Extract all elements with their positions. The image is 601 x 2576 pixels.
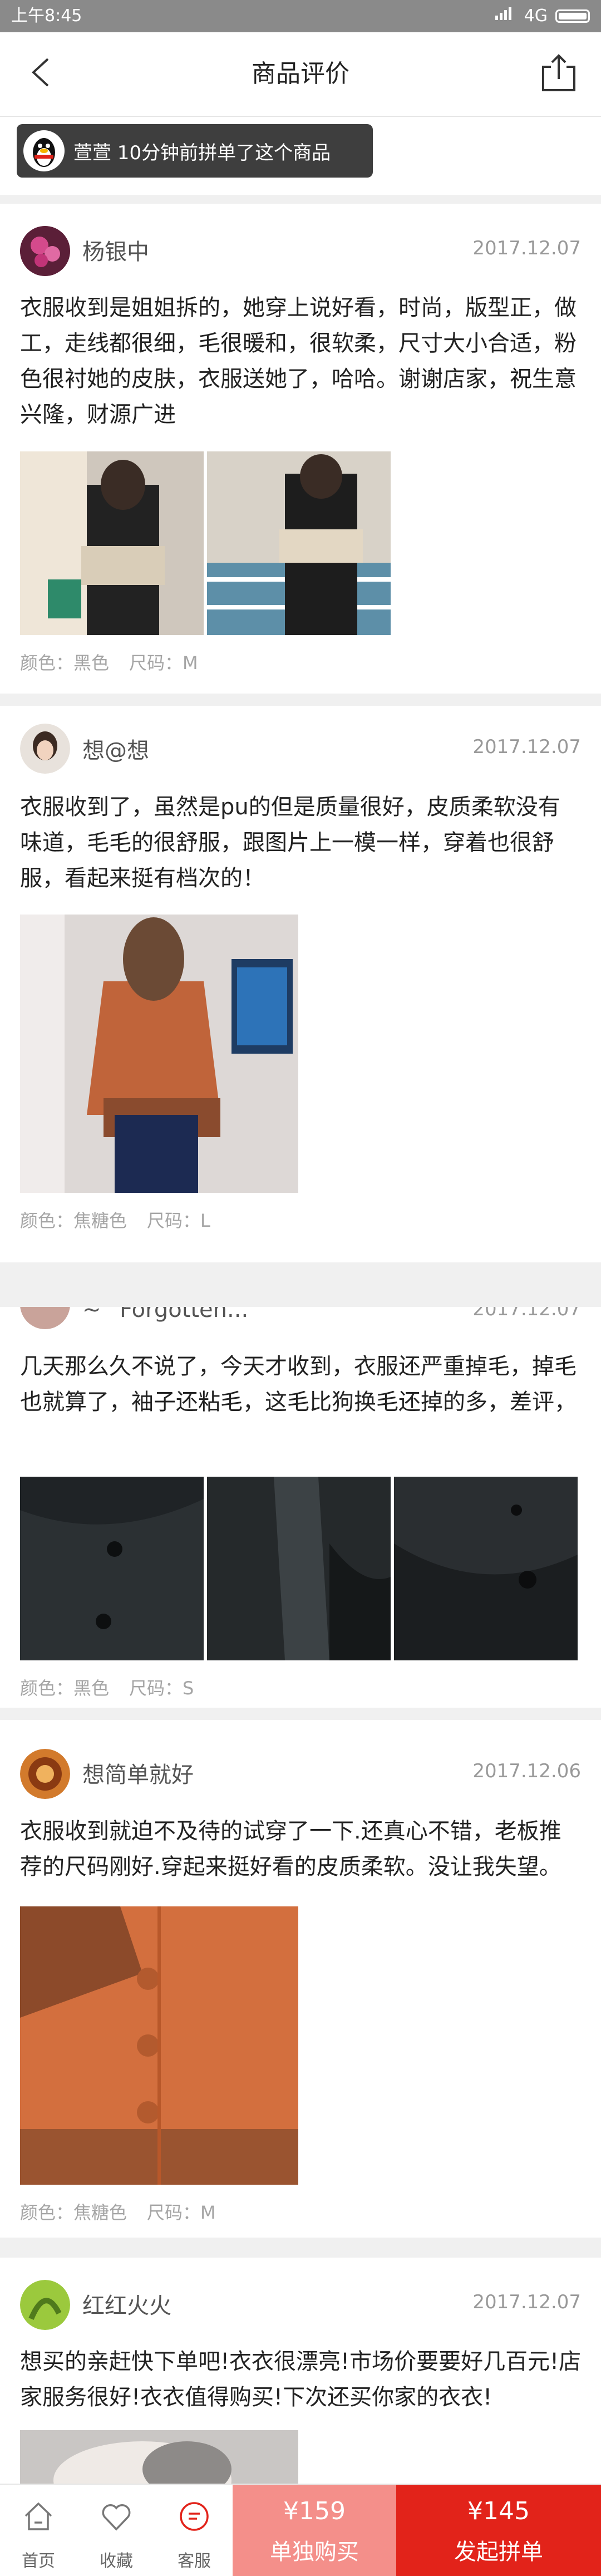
home-tab[interactable]: 首页 [0,2485,77,2576]
divider [0,1708,601,1720]
status-bar: 上午8:45 4G [0,0,601,32]
review-date: 2017.12.07 [472,736,581,758]
divider [0,2238,601,2258]
signal-icon [494,0,516,32]
buy-alone-button[interactable]: ¥159 单独购买 [233,2485,396,2576]
review-text: 衣服收到了，虽然是pu的但是质量很好，皮质柔软没有味道，毛毛的很舒服，跟图片上一… [20,794,560,891]
group-label: 发起拼单 [454,2539,543,2565]
review-photo[interactable] [207,1477,391,1660]
review-date: 2017.12.06 [472,1760,581,1782]
review-photo[interactable] [394,1477,578,1660]
review-spec: 颜色：焦糖色 尺码：L [20,1207,230,1232]
service-tab[interactable]: 客服 [156,2485,233,2576]
header: 商品评价 [0,32,601,117]
divider [0,195,601,204]
home-label: 首页 [22,2552,55,2571]
review-card: ~^Forgotten... 2017.12.07 几天那么久不说了，今天才收到… [0,1307,601,1708]
service-label: 客服 [178,2552,211,2571]
review-text: 衣服收到就迫不及待的试穿了一下.还真心不错，老板推荐的尺码刚好.穿起来挺好看的皮… [20,1818,561,1880]
review-photo[interactable] [20,1906,298,2185]
start-group-buy-button[interactable]: ¥145 发起拼单 [396,2485,601,2576]
review-size: 尺码：M [129,652,198,674]
home-icon [24,2502,52,2530]
qq-penguin-icon [23,130,65,171]
review-card: 杨银中 2017.12.07 衣服收到是姐姐拆的，她穿上说好看，时尚，版型正，做… [0,204,601,694]
review-card: 想简单就好 2017.12.06 衣服收到就迫不及待的试穿了一下.还真心不错，老… [0,1720,601,2238]
review-photo[interactable] [207,451,391,635]
review-card: 想@想 2017.12.07 衣服收到了，虽然是pu的但是质量很好，皮质柔软没有… [0,706,601,1262]
avatar[interactable] [20,1307,70,1329]
review-color: 颜色：焦糖色 [20,2202,127,2223]
avatar[interactable] [20,226,70,276]
review-photo[interactable] [20,915,298,1193]
review-spec: 颜色：焦糖色 尺码：M [20,2199,236,2224]
toast-text: 萱萱 10分钟前拼单了这个商品 [73,141,331,164]
divider [0,694,601,706]
review-size: 尺码：L [147,1210,210,1231]
share-icon[interactable] [541,53,577,92]
review-card: 红红火火 2017.12.07 想买的亲赶快下单吧!衣衣很漂亮!市场价要要好几百… [0,2258,601,2484]
review-color: 颜色：黑色 [20,652,110,674]
review-size: 尺码：S [129,1678,194,1699]
bottom-bar: 首页 收藏 客服 ¥159 单独购买 ¥145 发起拼单 [0,2484,601,2576]
chat-icon [180,2502,209,2531]
review-text: 想买的亲赶快下单吧!衣衣很漂亮!市场价要要好几百元!店家服务很好!衣衣值得购买!… [20,2349,582,2410]
review-username: 杨银中 [82,239,149,265]
review-size: 尺码：M [147,2202,216,2223]
review-username: 想@想 [82,738,149,764]
battery-icon [555,9,590,23]
review-photo[interactable] [20,2430,298,2484]
review-color: 颜色：黑色 [20,1678,110,1699]
review-text: 衣服收到是姐姐拆的，她穿上说好看，时尚，版型正，做工，走线都很细，毛很暖和，很软… [20,295,577,427]
review-username: 想简单就好 [82,1762,194,1788]
favorite-tab[interactable]: 收藏 [78,2485,155,2576]
review-date: 2017.12.07 [472,2291,581,2313]
solo-price: ¥159 [283,2497,346,2525]
review-date: 2017.12.07 [472,1307,581,1320]
status-time: 上午8:45 [11,6,82,26]
avatar[interactable] [20,1749,70,1799]
network-type: 4G [524,6,548,26]
page-title: 商品评价 [252,60,349,88]
review-photo[interactable] [20,451,204,635]
review-username: 红红火火 [82,2293,171,2319]
avatar[interactable] [20,2280,70,2330]
avatar[interactable] [20,724,70,774]
review-spec: 颜色：黑色 尺码：M [20,649,218,675]
review-color: 颜色：焦糖色 [20,1210,127,1231]
solo-label: 单独购买 [270,2539,359,2565]
review-username: ~^Forgotten... [82,1307,249,1323]
review-photo[interactable] [20,1477,204,1660]
review-date: 2017.12.07 [472,237,581,259]
heart-icon [102,2504,131,2531]
review-spec: 颜色：黑色 尺码：S [20,1674,214,1700]
divider [0,1262,601,1307]
group-price: ¥145 [467,2497,530,2525]
favorite-label: 收藏 [100,2552,133,2571]
review-text: 几天那么久不说了，今天才收到，衣服还严重掉毛，掉毛也就算了，袖子还粘毛，这毛比狗… [20,1354,577,1415]
group-buy-toast: 萱萱 10分钟前拼单了这个商品 [17,124,373,178]
